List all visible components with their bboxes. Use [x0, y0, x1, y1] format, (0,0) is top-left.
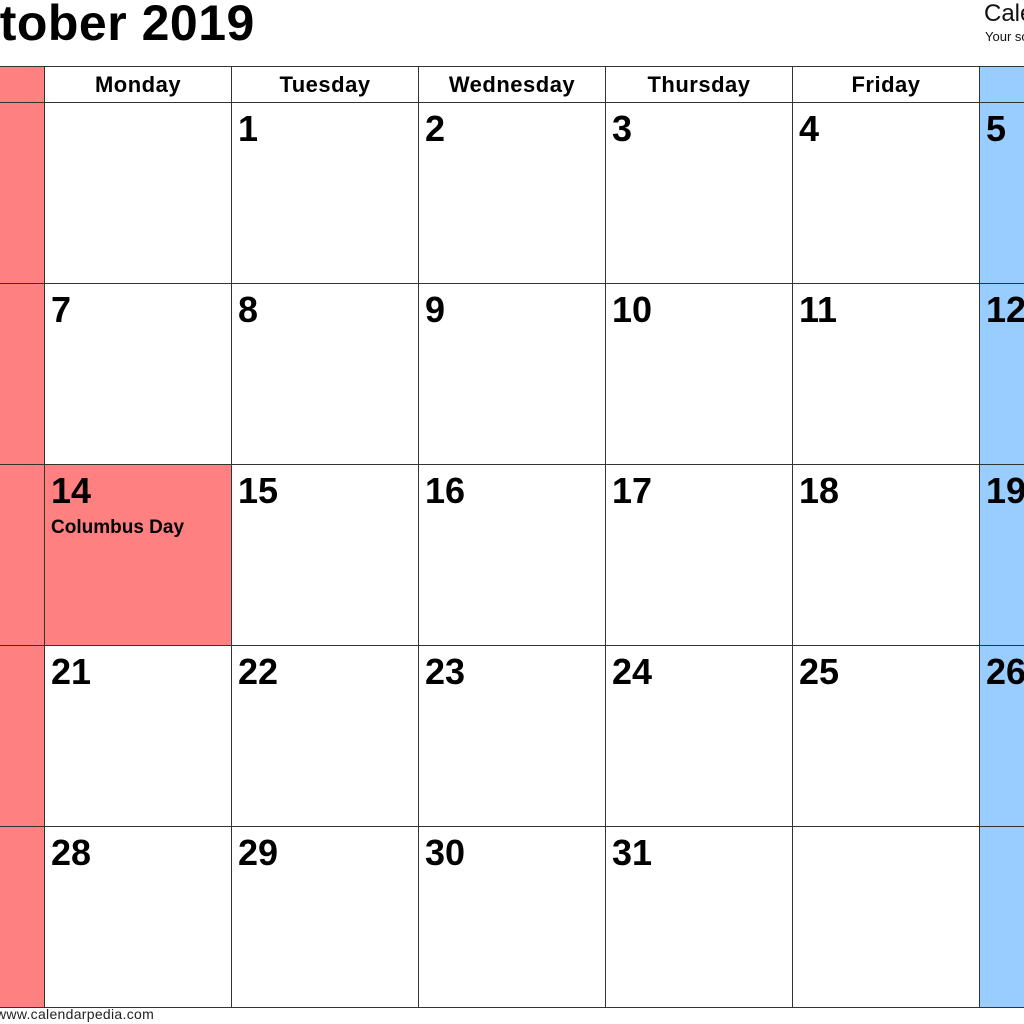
day-number: 18: [799, 470, 840, 511]
day-cell[interactable]: 3: [605, 102, 793, 284]
day-number: 29: [238, 832, 279, 873]
day-cell[interactable]: 22: [231, 645, 419, 827]
day-number: 19: [986, 470, 1024, 511]
day-number: 1: [238, 108, 259, 149]
day-number: 2: [425, 108, 446, 149]
day-number: 30: [425, 832, 466, 873]
day-number: 23: [425, 651, 466, 692]
day-number: 4: [799, 108, 820, 149]
day-cell[interactable]: 9: [418, 283, 606, 465]
day-cell[interactable]: 1: [231, 102, 419, 284]
day-cell[interactable]: 28: [44, 826, 232, 1008]
weekday-header-row: Sunday Monday Tuesday Wednesday Thursday…: [0, 66, 1024, 103]
weekday-header-monday: Monday: [44, 66, 232, 103]
empty-day-cell[interactable]: [792, 826, 980, 1008]
brand-tagline: Your source for calendars: [985, 29, 1024, 44]
day-cell[interactable]: 20: [0, 645, 45, 827]
day-cell[interactable]: 13: [0, 464, 45, 646]
day-number: 15: [238, 470, 279, 511]
day-number: 17: [612, 470, 653, 511]
week-row: 2728 29 30 31: [0, 826, 1024, 1008]
day-number: 6: [0, 288, 44, 332]
day-number: 5: [986, 108, 1007, 149]
day-number: 24: [612, 651, 653, 692]
week-row: 1 2 3 4 5: [0, 102, 1024, 284]
day-number: 14: [51, 470, 92, 511]
empty-day-cell[interactable]: [979, 826, 1024, 1008]
day-number: 28: [51, 832, 92, 873]
day-cell[interactable]: 2: [418, 102, 606, 284]
weeks-body: 1234567891011121314Columbus Day151617181…: [0, 102, 1024, 1008]
weekday-header-friday: Friday: [792, 66, 980, 103]
day-cell[interactable]: 12: [979, 283, 1024, 465]
day-number: 3: [612, 108, 633, 149]
day-number: 27: [0, 831, 44, 875]
day-cell[interactable]: 23: [418, 645, 606, 827]
week-row: 1314 Columbus Day 15 16 17 18 19: [0, 464, 1024, 646]
weekday-header-sunday: Sunday: [0, 66, 45, 103]
day-cell[interactable]: 7: [44, 283, 232, 465]
weekday-header-tuesday: Tuesday: [231, 66, 419, 103]
brand-name: Calendarpedia: [984, 0, 1024, 27]
day-cell[interactable]: 30: [418, 826, 606, 1008]
day-number: 13: [0, 469, 44, 513]
day-number: 20: [0, 650, 44, 694]
day-cell[interactable]: 4: [792, 102, 980, 284]
day-number: 25: [799, 651, 840, 692]
weekday-header-wednesday: Wednesday: [418, 66, 606, 103]
day-cell[interactable]: 26: [979, 645, 1024, 827]
empty-day-cell[interactable]: [44, 102, 232, 284]
day-number: 21: [51, 651, 92, 692]
day-cell[interactable]: 14 Columbus Day: [44, 464, 232, 646]
day-cell[interactable]: 29: [231, 826, 419, 1008]
day-number: 12: [986, 289, 1024, 330]
day-cell[interactable]: 5: [979, 102, 1024, 284]
calendar-title: October 2019: [0, 0, 255, 51]
day-cell[interactable]: 31: [605, 826, 793, 1008]
week-row: 67 8 9 10 11 12: [0, 283, 1024, 465]
day-cell[interactable]: 25: [792, 645, 980, 827]
day-cell[interactable]: 27: [0, 826, 45, 1008]
day-number: 10: [612, 289, 653, 330]
day-number: 8: [238, 289, 259, 330]
day-number: 11: [799, 289, 838, 330]
day-cell[interactable]: 15: [231, 464, 419, 646]
day-cell[interactable]: 11: [792, 283, 980, 465]
day-cell[interactable]: 6: [0, 283, 45, 465]
day-cell[interactable]: 18: [792, 464, 980, 646]
day-number: 9: [425, 289, 446, 330]
day-cell[interactable]: 17: [605, 464, 793, 646]
day-cell[interactable]: 19: [979, 464, 1024, 646]
month-table: Sunday Monday Tuesday Wednesday Thursday…: [0, 66, 1024, 1008]
weekday-header-thursday: Thursday: [605, 66, 793, 103]
day-number: 22: [238, 651, 279, 692]
day-cell[interactable]: 10: [605, 283, 793, 465]
day-number: 31: [612, 832, 653, 873]
day-cell[interactable]: 16: [418, 464, 606, 646]
day-cell[interactable]: 24: [605, 645, 793, 827]
footer-url[interactable]: www.calendarpedia.com: [0, 1006, 154, 1022]
holiday-label: Columbus Day: [51, 517, 185, 538]
day-cell[interactable]: 8: [231, 283, 419, 465]
day-number: 7: [51, 289, 72, 330]
week-row: 2021 22 23 24 25 26: [0, 645, 1024, 827]
day-number: 26: [986, 651, 1024, 692]
empty-day-cell[interactable]: [0, 102, 45, 284]
weekday-header-saturday: Saturday: [979, 66, 1024, 103]
day-cell[interactable]: 21: [44, 645, 232, 827]
calendar-grid: Sunday Monday Tuesday Wednesday Thursday…: [0, 66, 1024, 1008]
day-number: 16: [425, 470, 466, 511]
